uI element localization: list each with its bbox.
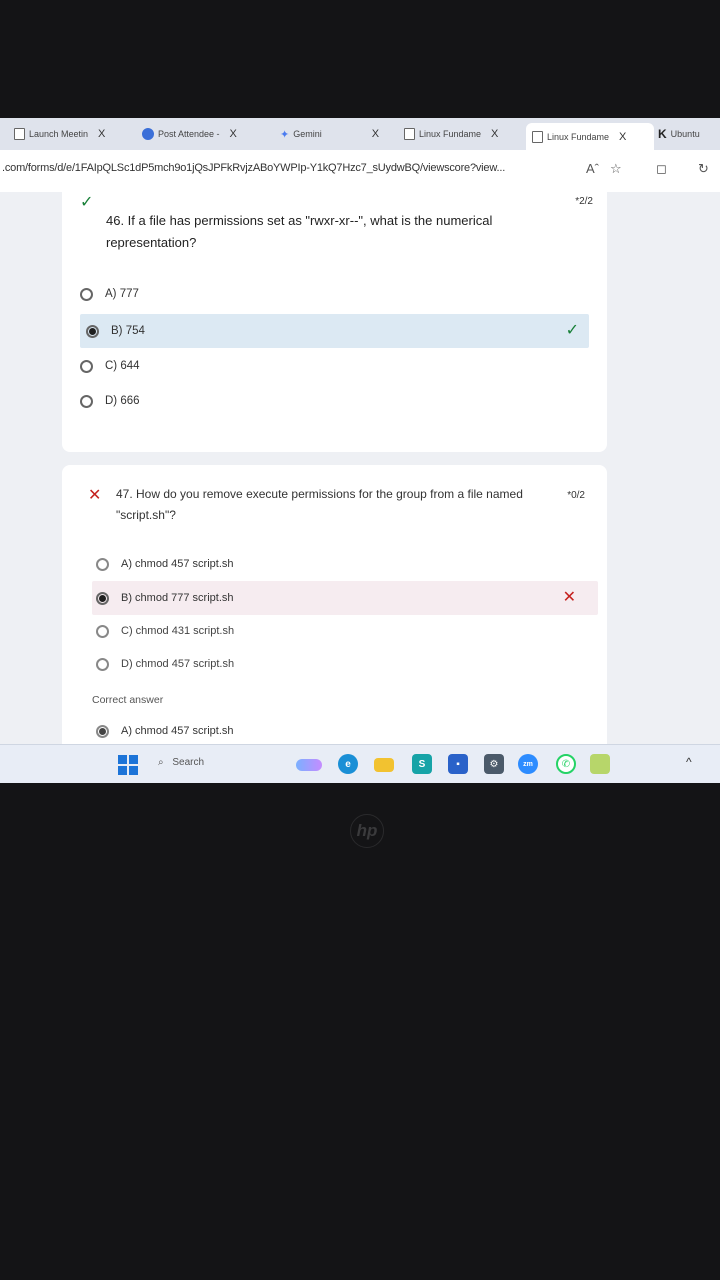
question-text: 47. How do you remove execute permission… bbox=[116, 487, 523, 522]
option-c[interactable]: C) 644 bbox=[80, 349, 589, 383]
tray-chevron-icon[interactable]: ^ bbox=[686, 755, 692, 769]
radio-icon[interactable] bbox=[96, 557, 109, 571]
laptop-screen: Launch Meetin X Post Attendee - X ✦ Gemi… bbox=[0, 118, 720, 783]
sway-icon[interactable]: S bbox=[412, 754, 432, 774]
notepad-icon[interactable] bbox=[590, 754, 610, 774]
question-card-47: ✕ *0/2 47. How do you remove execute per… bbox=[62, 465, 607, 744]
forms-icon bbox=[532, 130, 543, 143]
windows-start-icon[interactable] bbox=[118, 755, 138, 775]
store-icon[interactable]: ▪ bbox=[448, 754, 468, 774]
close-tab-icon[interactable]: X bbox=[372, 128, 379, 140]
copilot-icon[interactable] bbox=[296, 759, 322, 771]
option-a[interactable]: A) chmod 457 script.sh bbox=[96, 547, 600, 581]
option-b-selected[interactable]: B) 754 ✓ bbox=[80, 314, 589, 348]
option-d[interactable]: D) chmod 457 script.sh bbox=[96, 647, 600, 681]
star-icon[interactable]: ☆ bbox=[610, 161, 622, 177]
document-icon bbox=[14, 128, 25, 140]
close-tab-icon[interactable]: X bbox=[491, 128, 498, 140]
windows-taskbar: ⌕ Search e S ▪ ⚙ zm ✆ ^ bbox=[0, 744, 720, 783]
wrong-x-icon: ✕ bbox=[562, 589, 576, 606]
radio-icon[interactable] bbox=[80, 359, 93, 373]
taskbar-search[interactable]: ⌕ Search bbox=[158, 757, 204, 768]
correct-answer-option: A) chmod 457 script.sh bbox=[96, 714, 600, 744]
correct-check-icon: ✓ bbox=[565, 322, 579, 339]
close-tab-icon[interactable]: X bbox=[230, 128, 237, 140]
k-logo-icon: K bbox=[658, 127, 667, 141]
file-explorer-icon[interactable] bbox=[374, 758, 394, 772]
collections-icon[interactable]: ◻ bbox=[656, 161, 667, 177]
score-badge: *0/2 bbox=[567, 490, 585, 501]
radio-selected-icon bbox=[96, 724, 109, 738]
edge-icon[interactable]: e bbox=[338, 754, 358, 774]
tab-ubuntu[interactable]: K Ubuntu bbox=[658, 125, 720, 143]
question-card-46: ✓ *2/2 46. If a file has permissions set… bbox=[62, 192, 607, 452]
forms-icon bbox=[404, 128, 415, 140]
question-text: 46. If a file has permissions set as "rw… bbox=[106, 213, 493, 250]
tab-linux-fundamentals-1[interactable]: Linux Fundame X bbox=[404, 125, 516, 143]
gemini-sparkle-icon: ✦ bbox=[280, 128, 290, 141]
url-field[interactable]: .com/forms/d/e/1FAIpQLSc1dP5mch9o1jQsJPF… bbox=[2, 162, 505, 174]
tab-linux-fundamentals-active[interactable]: Linux Fundame X bbox=[526, 123, 654, 150]
form-content: ✓ *2/2 46. If a file has permissions set… bbox=[0, 192, 720, 744]
refresh-icon[interactable]: ↻ bbox=[698, 161, 709, 177]
option-b-selected[interactable]: B) chmod 777 script.sh ✕ bbox=[92, 581, 598, 615]
whatsapp-icon[interactable]: ✆ bbox=[556, 754, 576, 774]
close-tab-icon[interactable]: X bbox=[619, 131, 626, 143]
score-badge: *2/2 bbox=[575, 196, 593, 207]
correct-answer-label: Correct answer bbox=[92, 694, 164, 706]
zoom-icon[interactable]: zm bbox=[518, 754, 538, 774]
correct-check-icon: ✓ bbox=[80, 194, 94, 211]
tab-launch-meeting[interactable]: Launch Meetin X bbox=[14, 125, 132, 143]
option-c[interactable]: C) chmod 431 script.sh bbox=[96, 614, 600, 648]
radio-selected-icon[interactable] bbox=[86, 324, 99, 338]
radio-icon[interactable] bbox=[96, 624, 109, 638]
radio-icon[interactable] bbox=[80, 287, 93, 301]
tab-gemini[interactable]: ✦ Gemini X bbox=[280, 125, 392, 143]
radio-icon[interactable] bbox=[96, 657, 109, 671]
tab-post-attendee[interactable]: Post Attendee - X bbox=[142, 125, 262, 143]
settings-icon[interactable]: ⚙ bbox=[484, 754, 504, 774]
address-bar: .com/forms/d/e/1FAIpQLSc1dP5mch9o1jQsJPF… bbox=[0, 150, 720, 193]
radio-selected-icon[interactable] bbox=[96, 591, 109, 605]
hp-logo: hp bbox=[350, 814, 384, 848]
option-a[interactable]: A) 777 bbox=[80, 277, 589, 311]
close-tab-icon[interactable]: X bbox=[98, 128, 105, 140]
read-aloud-icon[interactable]: A͏ˆ bbox=[586, 161, 599, 176]
search-icon: ⌕ bbox=[158, 757, 164, 768]
zoom-favicon-icon bbox=[142, 128, 154, 140]
wrong-x-icon: ✕ bbox=[88, 487, 102, 504]
radio-icon[interactable] bbox=[80, 394, 93, 408]
browser-tab-bar: Launch Meetin X Post Attendee - X ✦ Gemi… bbox=[0, 118, 720, 150]
option-d[interactable]: D) 666 bbox=[80, 384, 589, 418]
